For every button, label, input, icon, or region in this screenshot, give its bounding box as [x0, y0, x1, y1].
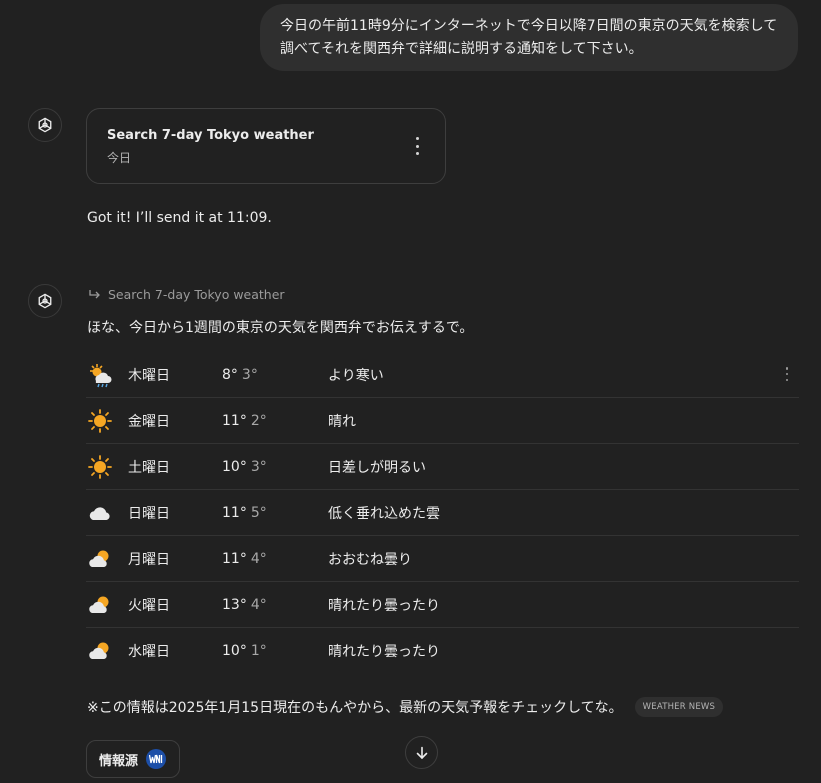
forecast-condition: より寒い: [328, 367, 384, 384]
forecast-low: 3°: [250, 458, 267, 475]
forecast-high: 10°: [222, 643, 247, 659]
task-reference-label: Search 7-day Tokyo weather: [108, 287, 285, 302]
forecast-intro: ほな、今日から1週間の東京の天気を関西弁でお伝えするで。: [87, 320, 474, 336]
forecast-row: 水曜日 10° 1° 晴れたり曇ったり: [86, 628, 799, 674]
weathernews-logo-icon: [146, 749, 167, 769]
forecast-temps: 10° 3°: [222, 459, 267, 475]
forecast-temps: 13° 4°: [222, 597, 267, 613]
forecast-low: 1°: [250, 643, 267, 659]
openai-logo-icon: [38, 117, 52, 133]
forecast-temps: 8° 3°: [222, 367, 258, 383]
partly-cloudy-icon: [86, 591, 114, 619]
row-menu-icon[interactable]: [785, 367, 789, 381]
weather-forecast-table: 木曜日 8° 3° より寒い 金曜日 11° 2° 晴れ 土曜日 10° 3° …: [86, 352, 799, 674]
forecast-day: 水曜日: [128, 644, 170, 660]
forecast-condition: 低く垂れ込めた雲: [328, 505, 440, 522]
forecast-low: 2°: [250, 412, 267, 429]
sun-cloud-rain-icon: [86, 361, 114, 389]
forecast-day: 金曜日: [128, 413, 170, 430]
confirmation-message: Got it! I’ll send it at 11:09.: [87, 210, 272, 226]
forecast-high: 11°: [222, 412, 247, 429]
forecast-row: 土曜日 10° 3° 日差しが明るい: [86, 444, 799, 490]
forecast-day: 日曜日: [128, 505, 170, 522]
user-message-bubble: 今日の午前11時9分にインターネットで今日以降7日間の東京の天気を検索して調べて…: [260, 4, 798, 71]
forecast-day: 火曜日: [128, 597, 170, 614]
forecast-low: 5°: [250, 504, 267, 521]
task-card-title: Search 7-day Tokyo weather: [107, 128, 314, 143]
scheduled-task-card[interactable]: Search 7-day Tokyo weather 今日: [86, 108, 446, 184]
forecast-low: 4°: [250, 596, 267, 613]
assistant-avatar: [28, 108, 62, 142]
forecast-row: 月曜日 11° 4° おおむね曇り: [86, 536, 799, 582]
forecast-low: 3°: [241, 366, 258, 383]
forecast-temps: 10° 1°: [222, 643, 267, 659]
forecast-condition: おおむね曇り: [328, 551, 412, 568]
forecast-high: 13°: [222, 596, 247, 613]
forecast-row: 火曜日 13° 4° 晴れたり曇ったり: [86, 582, 799, 628]
forecast-row: 金曜日 11° 2° 晴れ: [86, 398, 799, 444]
sources-button[interactable]: 情報源: [86, 740, 180, 778]
forecast-high: 10°: [222, 458, 247, 475]
task-card-menu-icon[interactable]: [409, 137, 425, 155]
return-arrow-icon: [89, 289, 100, 298]
assistant-avatar: [28, 284, 62, 318]
forecast-high: 8°: [222, 366, 238, 383]
forecast-day: 月曜日: [128, 551, 170, 568]
scroll-down-button[interactable]: [405, 736, 438, 769]
source-chip[interactable]: WEATHER NEWS: [634, 697, 724, 717]
forecast-footnote: ※この情報は2025年1月15日現在のもんやから、最新の天気予報をチェックしてな…: [87, 697, 724, 717]
forecast-temps: 11° 2°: [222, 413, 267, 429]
forecast-day: 木曜日: [128, 367, 170, 384]
sun-icon: [86, 453, 114, 481]
footnote-text: ※この情報は2025年1月15日現在のもんやから、最新の天気予報をチェックしてな…: [87, 700, 623, 716]
forecast-condition: 晴れ: [328, 413, 356, 430]
forecast-high: 11°: [222, 550, 247, 567]
user-message-text: 今日の午前11時9分にインターネットで今日以降7日間の東京の天気を検索して調べて…: [280, 18, 778, 57]
sun-icon: [86, 407, 114, 435]
forecast-condition: 晴れたり曇ったり: [328, 597, 440, 614]
task-card-subtitle: 今日: [107, 151, 132, 165]
openai-logo-icon: [38, 293, 52, 309]
cloud-icon: [86, 499, 114, 527]
sources-label: 情報源: [99, 753, 139, 769]
partly-cloudy-icon: [86, 637, 114, 665]
arrow-down-icon: [416, 746, 427, 759]
forecast-row: 木曜日 8° 3° より寒い: [86, 352, 799, 398]
forecast-row: 日曜日 11° 5° 低く垂れ込めた雲: [86, 490, 799, 536]
forecast-low: 4°: [250, 550, 267, 567]
task-reference-link[interactable]: Search 7-day Tokyo weather: [88, 287, 285, 302]
forecast-temps: 11° 4°: [222, 551, 267, 567]
forecast-day: 土曜日: [128, 459, 170, 476]
forecast-high: 11°: [222, 504, 247, 521]
forecast-temps: 11° 5°: [222, 505, 267, 521]
forecast-condition: 晴れたり曇ったり: [328, 644, 440, 660]
forecast-condition: 日差しが明るい: [328, 459, 426, 476]
partly-cloudy-icon: [86, 545, 114, 573]
